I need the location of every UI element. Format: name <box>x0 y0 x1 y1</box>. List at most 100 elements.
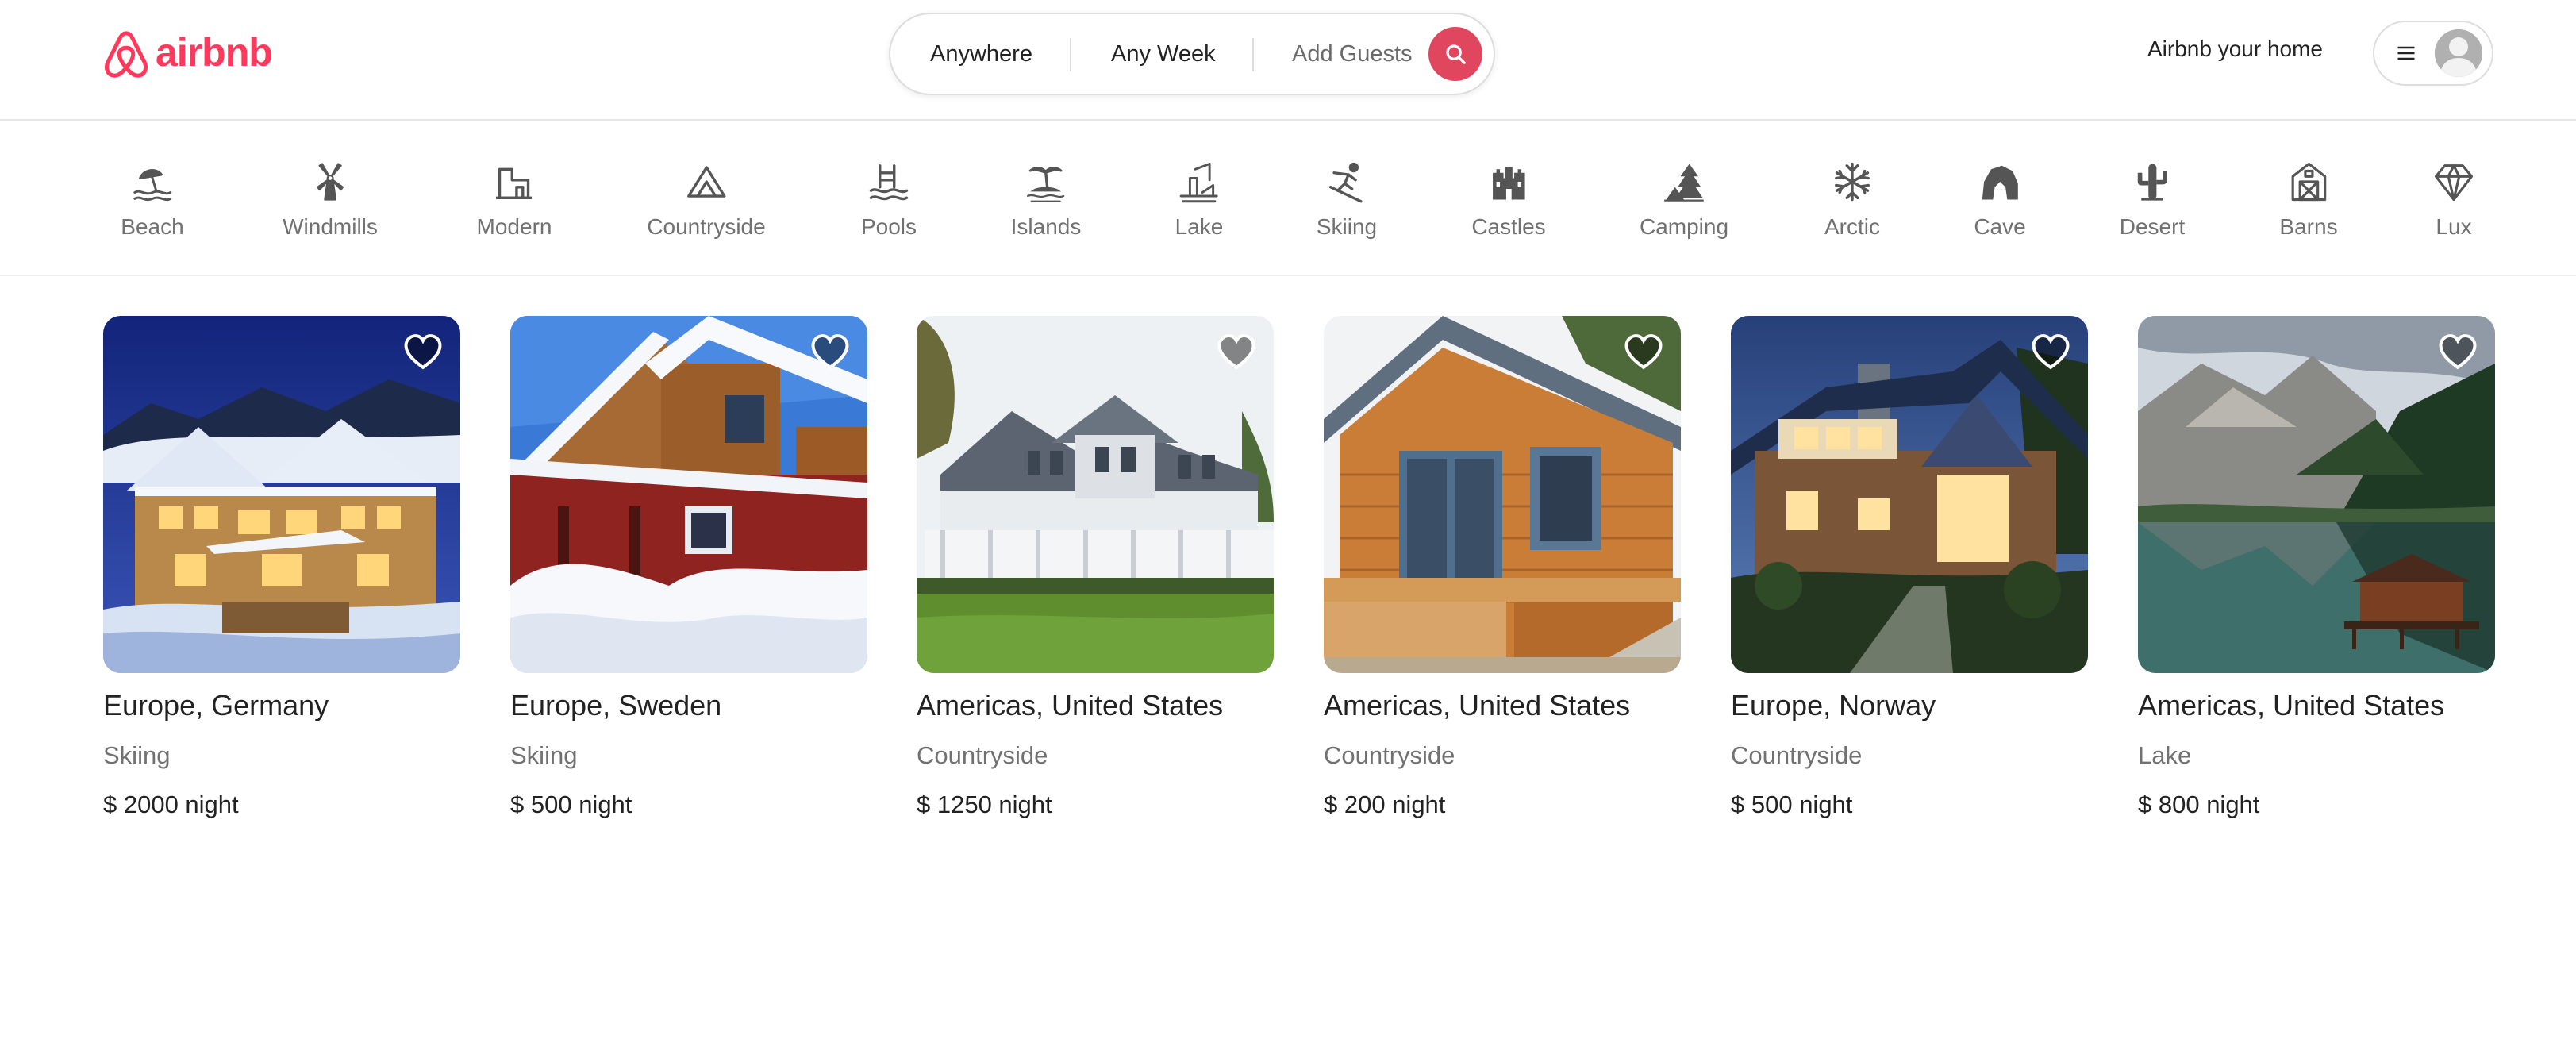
listing-category: Lake <box>2138 741 2192 769</box>
listing-location: Europe, Germany <box>103 689 329 721</box>
beach-icon <box>133 169 171 202</box>
search-anywhere[interactable]: Anywhere <box>930 14 1032 94</box>
airbnb-logo[interactable]: airbnb <box>102 29 273 81</box>
listing-category: Skiing <box>510 741 578 769</box>
category-label: Cave <box>1974 214 2026 239</box>
category-label: Modern <box>476 214 552 239</box>
heart-icon <box>404 334 442 370</box>
modern-building-icon <box>496 167 533 199</box>
category-countryside[interactable]: Countryside <box>647 160 766 240</box>
listing-card[interactable]: Americas, United States Lake $ 800 night <box>2138 316 2495 819</box>
listing-photo[interactable] <box>1324 316 1681 673</box>
search-divider <box>1252 38 1254 71</box>
diamond-icon <box>2434 164 2474 202</box>
island-icon <box>1027 167 1065 202</box>
snowflake-icon <box>1835 162 1870 202</box>
favorite-button[interactable] <box>1217 333 1256 370</box>
listing-card[interactable]: Americas, United States Countryside $ 12… <box>917 316 1274 819</box>
category-label: Desert <box>2119 214 2186 239</box>
category-label: Skiing <box>1316 214 1378 239</box>
logo-text: airbnb <box>156 30 273 75</box>
search-bar[interactable]: Anywhere Any Week Add Guests <box>889 13 1495 95</box>
windmill-icon <box>317 163 344 201</box>
cactus-icon <box>2138 164 2168 201</box>
listing-category: Countryside <box>917 741 1048 769</box>
listing-price: $ 800 night <box>2138 791 2260 818</box>
category-bar: Beach Windmills Modern Countryside Pools… <box>0 122 2576 276</box>
category-label: Beach <box>121 214 184 239</box>
category-camping[interactable]: Camping <box>1640 160 1728 240</box>
category-pools[interactable]: Pools <box>861 160 917 240</box>
top-header: airbnb Anywhere Any Week Add Guests Airb… <box>0 0 2576 121</box>
heart-icon <box>1217 334 1255 370</box>
favorite-button[interactable] <box>1624 333 1663 370</box>
user-avatar-icon <box>2435 29 2482 77</box>
category-castles[interactable]: Castles <box>1471 160 1546 240</box>
heart-icon <box>2439 334 2477 370</box>
category-islands[interactable]: Islands <box>1011 160 1081 240</box>
castle-icon <box>1492 167 1525 200</box>
lake-fishing-icon <box>1180 163 1218 203</box>
mountain-icon <box>686 166 726 198</box>
category-lake[interactable]: Lake <box>1175 160 1224 240</box>
category-label: Countryside <box>647 214 766 239</box>
category-arctic[interactable]: Arctic <box>1824 160 1880 240</box>
listing-price: $ 200 night <box>1324 791 1446 818</box>
heart-icon <box>1624 334 1663 370</box>
category-label: Arctic <box>1824 214 1880 239</box>
favorite-button[interactable] <box>810 333 850 370</box>
category-label: Camping <box>1639 214 1729 239</box>
category-cave[interactable]: Cave <box>1974 160 2026 240</box>
user-menu-button[interactable] <box>2373 21 2493 86</box>
listing-photo[interactable] <box>2138 316 2495 673</box>
category-windmills[interactable]: Windmills <box>283 160 378 240</box>
listing-location: Americas, United States <box>917 689 1224 721</box>
listing-price: $ 500 night <box>510 791 632 818</box>
hamburger-menu-icon <box>2395 42 2417 64</box>
search-icon <box>1446 44 1466 64</box>
pool-icon <box>869 164 909 201</box>
airbnb-your-home-link[interactable]: Airbnb your home <box>2147 37 2323 62</box>
airbnb-logo-icon <box>104 31 148 78</box>
category-beach[interactable]: Beach <box>121 160 184 240</box>
camping-icon <box>1664 164 1704 202</box>
search-any-week[interactable]: Any Week <box>1111 14 1216 94</box>
listing-card[interactable]: Europe, Germany Skiing $ 2000 night <box>103 316 460 819</box>
skier-icon <box>1329 162 1363 203</box>
favorite-button[interactable] <box>403 333 443 370</box>
listing-location: Americas, United States <box>2138 689 2445 721</box>
listing-category: Skiing <box>103 741 171 769</box>
listing-price: $ 2000 night <box>103 791 239 818</box>
favorite-button[interactable] <box>2438 333 2478 370</box>
listing-location: Europe, Sweden <box>510 689 722 721</box>
category-skiing[interactable]: Skiing <box>1317 160 1377 240</box>
listing-price: $ 1250 night <box>917 791 1052 818</box>
category-desert[interactable]: Desert <box>2120 160 2185 240</box>
category-modern[interactable]: Modern <box>477 160 552 240</box>
listing-card[interactable]: Europe, Sweden Skiing $ 500 night <box>510 316 867 819</box>
listing-photo[interactable] <box>103 316 460 673</box>
listing-card[interactable]: Americas, United States Countryside $ 20… <box>1324 316 1681 819</box>
listing-price: $ 500 night <box>1731 791 1853 818</box>
category-label: Pools <box>860 214 917 239</box>
search-add-guests[interactable]: Add Guests <box>1292 14 1413 94</box>
category-label: Lux <box>2436 214 2472 239</box>
category-label: Barns <box>2279 214 2338 239</box>
listing-category: Countryside <box>1324 741 1455 769</box>
listing-category: Countryside <box>1731 741 1863 769</box>
category-label: Castles <box>1471 214 1546 239</box>
listing-photo[interactable] <box>510 316 867 673</box>
barn-icon <box>2291 162 2326 202</box>
category-lux[interactable]: Lux <box>2432 160 2475 240</box>
favorite-button[interactable] <box>2031 333 2070 370</box>
heart-icon <box>811 334 849 370</box>
cave-icon <box>1982 165 2018 200</box>
category-barns[interactable]: Barns <box>2279 160 2338 240</box>
listing-card[interactable]: Europe, Norway Countryside $ 500 night <box>1731 316 2088 819</box>
search-button[interactable] <box>1428 27 1482 81</box>
category-label: Lake <box>1175 214 1224 239</box>
search-divider <box>1070 38 1071 71</box>
listing-photo[interactable] <box>1731 316 2088 673</box>
listing-location: Europe, Norway <box>1731 689 1936 721</box>
listing-photo[interactable] <box>917 316 1274 673</box>
